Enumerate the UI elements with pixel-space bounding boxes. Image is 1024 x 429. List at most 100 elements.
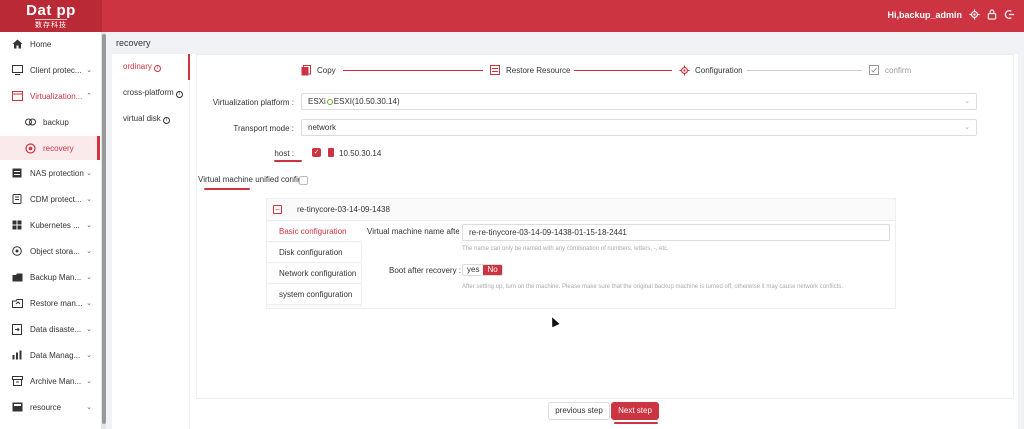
unified-config-checkbox[interactable] bbox=[299, 176, 308, 185]
sidebar-item-recovery[interactable]: recovery bbox=[0, 136, 100, 160]
sidebar-item-kubernetes[interactable]: Kubernetes ... ⌄ bbox=[0, 213, 100, 237]
disaster-icon bbox=[11, 323, 23, 335]
tab-label: cross-platform bbox=[123, 88, 174, 97]
lock-icon[interactable] bbox=[986, 9, 998, 21]
cdm-icon bbox=[11, 193, 23, 205]
data-manage-icon bbox=[11, 349, 23, 361]
chevron-down-icon: ⌄ bbox=[86, 404, 92, 411]
sidebar-item-label: Restore man... bbox=[30, 298, 83, 308]
sidebar-item-label: CDM protect... bbox=[30, 194, 82, 204]
sidebar-item-client-protection[interactable]: Client protec... ⌄ bbox=[0, 58, 100, 82]
resource-icon bbox=[11, 401, 23, 413]
chevron-down-icon: ⌄ bbox=[86, 274, 92, 281]
tab-virtual-disk[interactable]: virtual disk i bbox=[112, 106, 190, 132]
host-checkbox[interactable]: ✓ bbox=[312, 148, 321, 157]
top-header: Dat pp 数存科技 Hi,backup_admin bbox=[0, 0, 1024, 32]
chevron-down-icon: ⌄ bbox=[86, 326, 92, 333]
esxi-icon bbox=[326, 99, 333, 105]
transport-label: Transport mode : bbox=[233, 124, 294, 133]
host-icon bbox=[328, 148, 334, 157]
annotation-underline bbox=[204, 188, 250, 190]
unified-config-label: Virtual machine unified configu bbox=[113, 175, 307, 184]
logo[interactable]: Dat pp 数存科技 bbox=[0, 0, 102, 32]
sidebar-item-backup-management[interactable]: Backup Man... ⌄ bbox=[0, 265, 100, 289]
sidebar-item-backup[interactable]: backup bbox=[0, 110, 100, 134]
tab-label: virtual disk bbox=[123, 114, 161, 123]
tab-basic-configuration[interactable]: Basic configuration bbox=[267, 222, 362, 242]
chevron-down-icon: ⌄ bbox=[964, 124, 970, 131]
sidebar-item-nas-protection[interactable]: NAS protection ⌄ bbox=[0, 161, 100, 185]
breadcrumb: recovery bbox=[108, 32, 1024, 54]
next-step-button[interactable]: Next step bbox=[611, 402, 659, 420]
step-label: confirm bbox=[885, 65, 912, 75]
step-copy: Copy bbox=[300, 63, 336, 77]
check-square-icon bbox=[868, 64, 880, 76]
chevron-down-icon: ⌄ bbox=[86, 300, 92, 307]
annotation-underline bbox=[274, 160, 302, 162]
sidebar-item-home[interactable]: Home bbox=[0, 32, 100, 56]
main-content: ordinary i cross-platform i virtual disk i … bbox=[112, 54, 1018, 429]
sidebar-item-label: resource bbox=[30, 402, 62, 412]
gear-icon[interactable] bbox=[968, 9, 980, 21]
user-greeting[interactable]: Hi,backup_admin bbox=[887, 10, 962, 20]
sidebar-item-label: backup bbox=[43, 117, 69, 127]
sidebar-item-virtualization[interactable]: Virtualization... ⌃ bbox=[0, 84, 100, 108]
sidebar-item-data-disaster[interactable]: Data disaste... ⌄ bbox=[0, 317, 100, 341]
collapse-icon[interactable]: − bbox=[273, 205, 282, 214]
step-connector bbox=[574, 70, 672, 71]
chevron-down-icon: ⌄ bbox=[86, 352, 92, 359]
chevron-down-icon: ⌄ bbox=[86, 378, 92, 385]
logout-icon[interactable] bbox=[1003, 9, 1015, 21]
sidebar-item-archive-management[interactable]: Archive Man... ⌄ bbox=[0, 369, 100, 393]
tab-network-configuration[interactable]: Network configuration bbox=[267, 264, 362, 284]
chevron-down-icon: ⌄ bbox=[964, 98, 970, 105]
sidebar-item-label: Backup Man... bbox=[30, 272, 82, 282]
gear-icon bbox=[678, 64, 690, 76]
vm-name: re-tinycore-03-14-09-1438 bbox=[297, 205, 390, 214]
chevron-down-icon: ⌄ bbox=[86, 170, 92, 177]
tab-cross-platform[interactable]: cross-platform i bbox=[112, 80, 190, 106]
kubernetes-icon bbox=[11, 219, 23, 231]
basic-config-panel: Virtual machine name after r re-re-tinyc… bbox=[362, 221, 895, 308]
transport-select[interactable]: network ⌄ bbox=[301, 119, 977, 136]
step-configuration: Configuration bbox=[678, 63, 743, 77]
home-icon bbox=[11, 38, 23, 50]
previous-step-button[interactable]: previous step bbox=[548, 402, 610, 420]
chevron-down-icon: ⌄ bbox=[86, 67, 92, 74]
vm-name-hint: The name can only be named with any comb… bbox=[462, 246, 669, 252]
info-icon: i bbox=[153, 65, 161, 72]
chevron-down-icon: ⌄ bbox=[86, 196, 92, 203]
tab-disk-configuration[interactable]: Disk configuration bbox=[267, 243, 362, 263]
sidebar-item-cdm-protection[interactable]: CDM protect... ⌄ bbox=[0, 187, 100, 211]
sidebar-item-data-management[interactable]: Data Manag... ⌄ bbox=[0, 343, 100, 367]
step-label: Configuration bbox=[695, 65, 743, 75]
transport-value: network bbox=[308, 123, 337, 132]
tab-system-configuration[interactable]: system configuration bbox=[267, 285, 362, 305]
host-value: 10.50.30.14 bbox=[339, 149, 382, 158]
boot-toggle: yes No bbox=[462, 264, 503, 276]
boot-yes-option[interactable]: yes bbox=[463, 265, 483, 275]
vm-config-box: − re-tinycore-03-14-09-1438 Basic config… bbox=[266, 198, 896, 309]
annotation-underline bbox=[614, 422, 658, 424]
sidebar-item-object-storage[interactable]: Object stora... ⌄ bbox=[0, 239, 100, 263]
backup-manage-icon bbox=[11, 271, 23, 283]
object-storage-icon bbox=[11, 245, 23, 257]
tab-ordinary[interactable]: ordinary i bbox=[112, 54, 190, 80]
sidebar-item-label: Data Manag... bbox=[30, 350, 81, 360]
step-confirm: confirm bbox=[868, 63, 911, 77]
chevron-down-icon: ⌄ bbox=[86, 248, 92, 255]
boot-no-option[interactable]: No bbox=[483, 265, 502, 275]
step-connector bbox=[747, 70, 862, 71]
sidebar-scrollbar-thumb[interactable] bbox=[102, 34, 106, 424]
sidebar-item-resource[interactable]: resource ⌄ bbox=[0, 395, 100, 419]
vm-name-after-input[interactable]: re-re-tinycore-03-14-09-1438-01-15-18-24… bbox=[462, 224, 890, 241]
platform-select[interactable]: ESXi ESXI(10.50.30.14) ⌄ bbox=[301, 93, 977, 110]
vm-header: − re-tinycore-03-14-09-1438 bbox=[267, 199, 895, 221]
sidebar-item-label: recovery bbox=[43, 143, 74, 153]
tab-label: ordinary bbox=[123, 62, 152, 71]
logo-text: Dat pp bbox=[26, 1, 76, 19]
sidebar-item-label: Client protec... bbox=[30, 65, 82, 75]
sidebar-item-restore-management[interactable]: Restore man... ⌄ bbox=[0, 291, 100, 315]
esxi-prefix: ESXi bbox=[308, 97, 326, 106]
step-connector bbox=[343, 70, 483, 71]
